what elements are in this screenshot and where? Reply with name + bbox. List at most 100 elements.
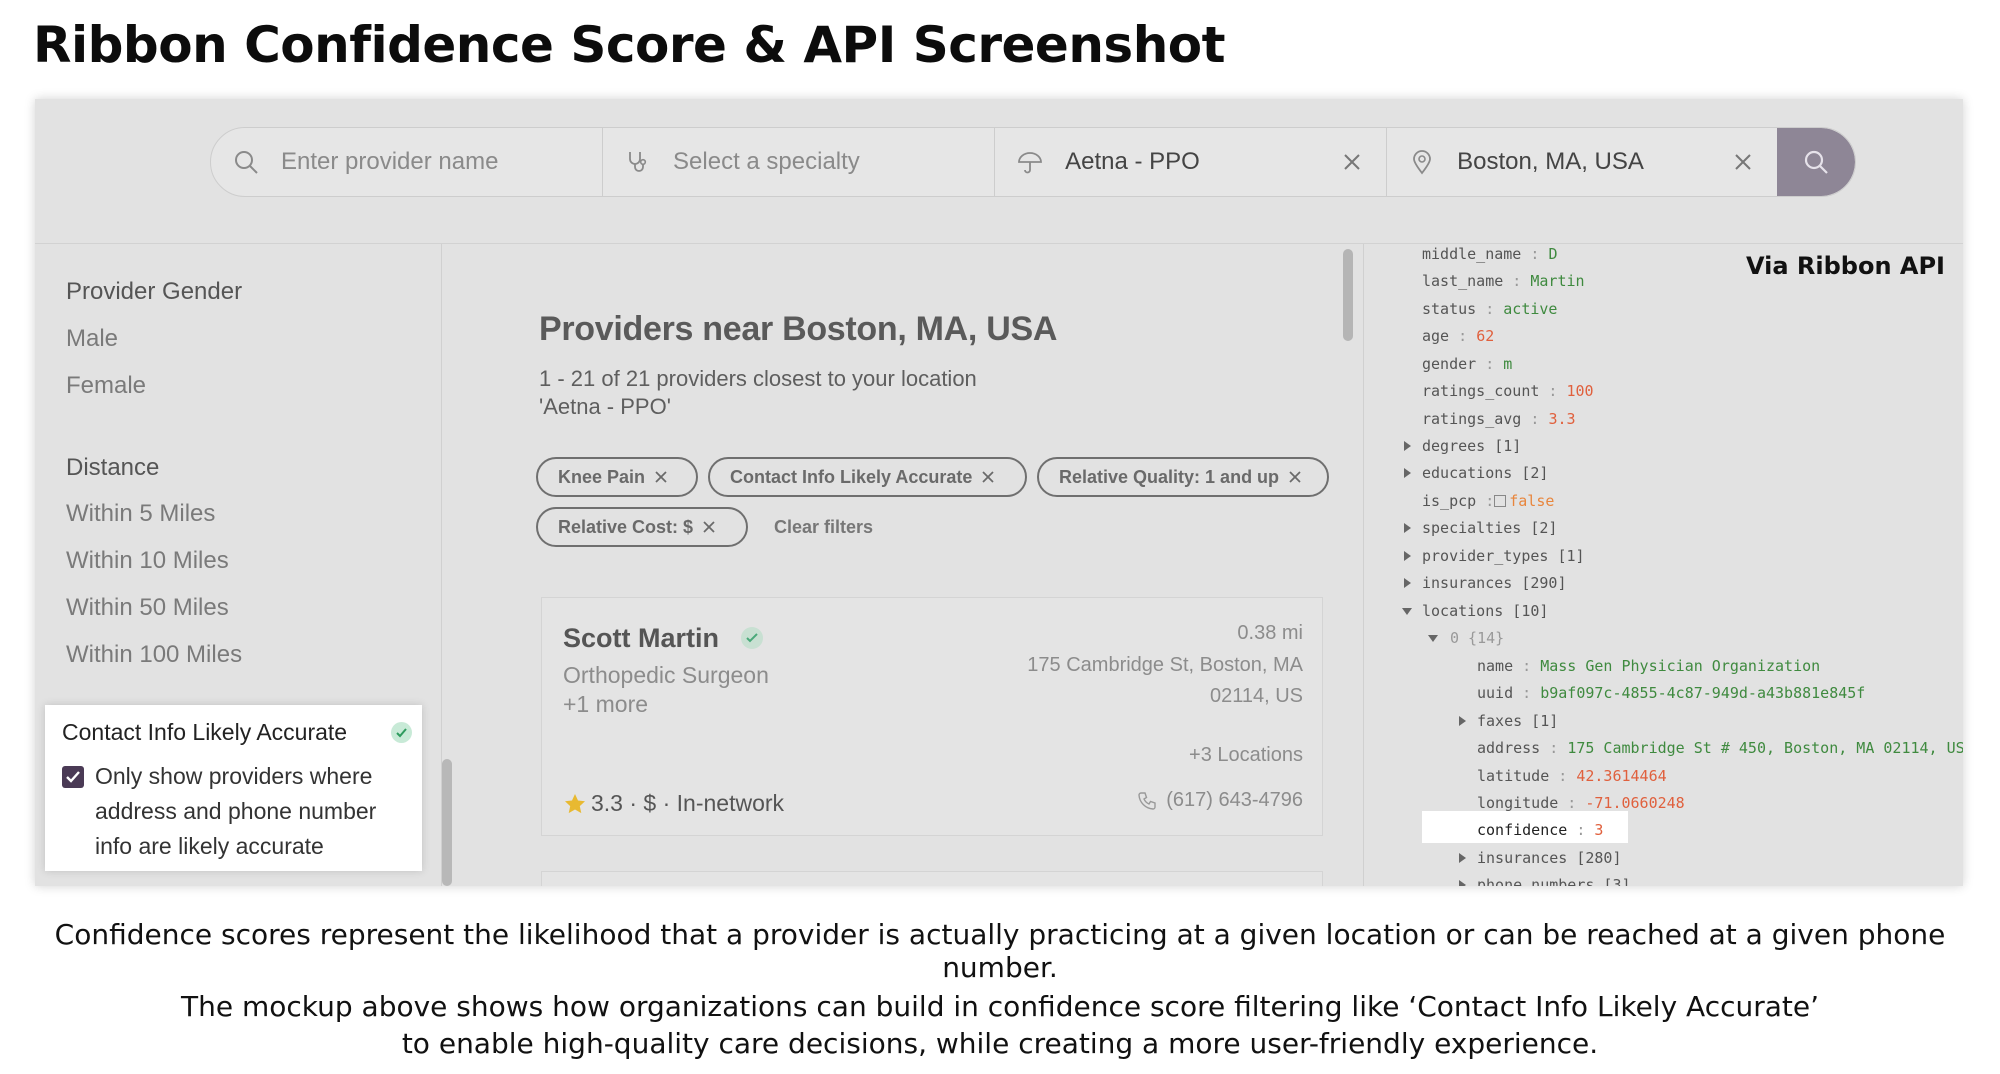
clear-location-close-icon[interactable]	[1731, 150, 1755, 174]
provider-rating-text: 3.3 · $ · In-network	[591, 790, 785, 816]
json-line-faxes[interactable]: faxes [1]	[1477, 711, 1558, 731]
provider-specialty: Orthopedic Surgeon	[563, 662, 769, 688]
contact-info-title: Contact Info Likely Accurate	[62, 719, 348, 745]
location-segment[interactable]	[1387, 128, 1777, 196]
json-line-educations[interactable]: educations [2]	[1422, 463, 1548, 483]
provider-address-line2: 02114, US	[1209, 685, 1303, 707]
json-line-address: address : 175 Cambridge St # 450, Boston…	[1477, 739, 1963, 757]
json-line-uuid: uuid : b9af097c-4855-4c87-949d-a43b881e8…	[1477, 684, 1866, 702]
distance-option-10[interactable]: Within 10 Miles	[66, 547, 229, 575]
provider-phone[interactable]: (617) 643-4796	[1136, 789, 1303, 812]
json-line-longitude: longitude : -71.0660248	[1477, 794, 1685, 812]
chip-label: Relative Quality: 1 and up	[1059, 466, 1280, 487]
via-ribbon-api-label: Via Ribbon API	[1745, 252, 1945, 280]
json-line-location-insurances[interactable]: insurances [280]	[1477, 848, 1622, 868]
clear-filters-link[interactable]: Clear filters	[774, 517, 873, 538]
search-bar	[210, 127, 1856, 197]
results-insurance: 'Aetna - PPO'	[539, 394, 671, 419]
results-count: 1 - 21 of 21 providers closest to your l…	[539, 366, 977, 391]
results-subtitle: 1 - 21 of 21 providers closest to your l…	[539, 365, 977, 421]
json-line-status: status : active	[1422, 300, 1558, 318]
json-line-confidence: confidence : 3	[1477, 821, 1604, 839]
provider-distance: 0.38 mi	[1237, 622, 1303, 644]
json-line-ratings-count: ratings_count : 100	[1422, 382, 1594, 400]
provider-rating: 3.3 · $ · In-network	[563, 790, 784, 817]
location-pin-icon	[1409, 149, 1435, 175]
distance-label: Distance	[66, 454, 160, 481]
gender-option-male[interactable]: Male	[66, 325, 118, 353]
insurance-segment[interactable]	[995, 128, 1388, 196]
json-line-degrees[interactable]: degrees [1]	[1422, 436, 1521, 456]
expand-triangle-icon[interactable]	[1457, 848, 1467, 868]
caption-line-3: to enable high-quality care decisions, w…	[401, 1027, 1599, 1060]
umbrella-icon	[1017, 149, 1043, 175]
checkbox-icon	[1494, 495, 1507, 507]
chip-label: Relative Cost: $	[558, 516, 694, 537]
collapse-triangle-icon[interactable]	[1402, 601, 1412, 621]
distance-option-5[interactable]: Within 5 Miles	[66, 500, 215, 528]
chip-close-icon[interactable]	[653, 469, 669, 485]
search-icon	[233, 149, 259, 175]
provider-gender-label: Provider Gender	[66, 278, 243, 305]
stethoscope-icon	[625, 149, 651, 175]
expand-triangle-icon[interactable]	[1402, 463, 1412, 483]
json-line-locations[interactable]: locations [10]	[1422, 601, 1548, 621]
sidebar-scrollbar[interactable]	[442, 759, 452, 886]
chip-close-icon[interactable]	[701, 519, 717, 535]
specialty-segment[interactable]	[603, 128, 996, 196]
provider-phone-number: (617) 643-4796	[1166, 789, 1303, 811]
chip-close-icon[interactable]	[980, 469, 996, 485]
provider-name-input[interactable]	[281, 148, 521, 176]
location-input[interactable]	[1457, 148, 1698, 176]
verified-check-icon	[741, 627, 763, 649]
verified-check-icon	[391, 722, 412, 743]
chip-close-icon[interactable]	[1287, 469, 1303, 485]
json-line-insurances[interactable]: insurances [290]	[1422, 573, 1567, 593]
expand-triangle-icon[interactable]	[1402, 546, 1412, 566]
json-line-location-0[interactable]: 0 {14}	[1450, 628, 1504, 648]
provider-locations-link[interactable]: +3 Locations	[1189, 744, 1303, 767]
distance-option-100[interactable]: Within 100 Miles	[66, 641, 242, 669]
expand-triangle-icon[interactable]	[1457, 711, 1467, 731]
json-line-middle-name: middle_name : D	[1422, 245, 1558, 263]
provider-name[interactable]: Scott Martin	[563, 623, 719, 654]
expand-triangle-icon[interactable]	[1457, 875, 1467, 886]
expand-triangle-icon[interactable]	[1402, 573, 1412, 593]
results-scrollbar[interactable]	[1343, 249, 1353, 341]
chip-relative-quality[interactable]: Relative Quality: 1 and up	[1037, 457, 1329, 497]
provider-card[interactable]: Scott Martin Orthopedic Surgeon +1 more …	[541, 597, 1323, 836]
app-mockup: Provider Gender Male Female Distance Wit…	[35, 99, 1963, 886]
chip-label: Knee Pain	[558, 466, 646, 487]
clear-insurance-close-icon[interactable]	[1340, 150, 1364, 174]
caption-line-1: Confidence scores represent the likeliho…	[54, 918, 1946, 984]
page-title: Ribbon Confidence Score & API Screenshot	[33, 16, 1226, 74]
phone-icon	[1136, 790, 1158, 812]
expand-triangle-icon[interactable]	[1402, 436, 1412, 456]
search-button[interactable]	[1777, 128, 1855, 196]
provider-search-segment[interactable]	[211, 128, 604, 196]
chip-contact-info[interactable]: Contact Info Likely Accurate	[708, 457, 1027, 497]
specialty-select[interactable]	[673, 148, 914, 176]
json-line-age: age : 62	[1422, 327, 1495, 345]
json-line-provider-types[interactable]: provider_types [1]	[1422, 546, 1585, 566]
provider-address-line1: 175 Cambridge St, Boston, MA	[1027, 654, 1303, 676]
results-title: Providers near Boston, MA, USA	[539, 310, 1058, 348]
results-main: Providers near Boston, MA, USA 1 - 21 of…	[452, 244, 1329, 886]
insurance-input[interactable]	[1065, 148, 1306, 176]
json-line-gender: gender : m	[1422, 355, 1513, 373]
json-line-specialties[interactable]: specialties [2]	[1422, 518, 1557, 538]
json-line-latitude: latitude : 42.3614464	[1477, 767, 1667, 785]
distance-option-50[interactable]: Within 50 Miles	[66, 594, 229, 622]
json-line-phone-numbers[interactable]: phone_numbers [3]	[1477, 875, 1631, 886]
expand-triangle-icon[interactable]	[1402, 518, 1412, 538]
chip-knee-pain[interactable]: Knee Pain	[536, 457, 698, 497]
json-line-ratings-avg: ratings_avg : 3.3	[1422, 410, 1576, 428]
json-line-last-name: last_name : Martin	[1422, 272, 1585, 290]
gender-option-female[interactable]: Female	[66, 372, 146, 400]
chip-relative-cost[interactable]: Relative Cost: $	[536, 507, 748, 547]
provider-card-next[interactable]	[541, 871, 1323, 886]
json-line-is-pcp: is_pcp : false	[1422, 492, 1555, 510]
collapse-triangle-icon[interactable]	[1428, 628, 1438, 648]
contact-info-checkbox[interactable]	[62, 766, 84, 788]
json-line-location-name: name : Mass Gen Physician Organization	[1477, 657, 1821, 675]
